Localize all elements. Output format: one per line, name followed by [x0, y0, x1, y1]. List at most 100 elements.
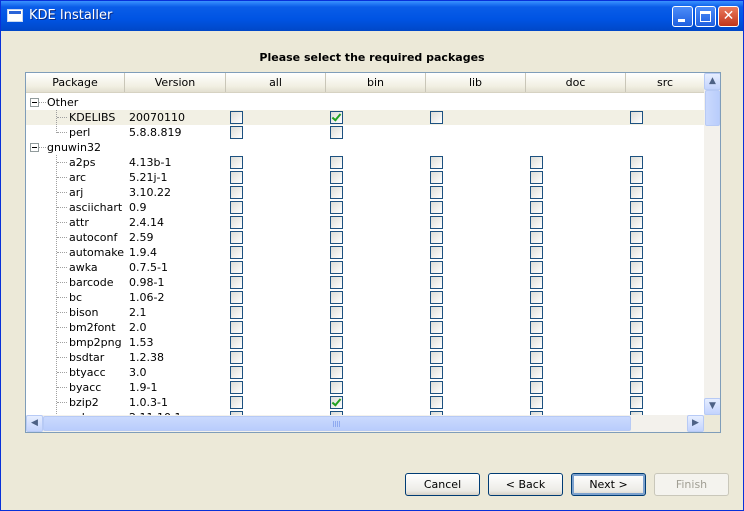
- scroll-right-button[interactable]: ▶: [687, 415, 704, 432]
- package-row[interactable]: asciichart 0.9: [26, 200, 704, 215]
- checkbox-all[interactable]: [230, 231, 243, 244]
- package-row[interactable]: arj 3.10.22: [26, 185, 704, 200]
- checkbox-doc[interactable]: [530, 156, 543, 169]
- column-bin[interactable]: bin: [326, 73, 426, 92]
- package-row[interactable]: bzip2 1.0.3-1: [26, 395, 704, 410]
- checkbox-doc[interactable]: [530, 336, 543, 349]
- checkbox-src[interactable]: [630, 201, 643, 214]
- checkbox-all[interactable]: [230, 291, 243, 304]
- checkbox-lib[interactable]: [430, 111, 443, 124]
- checkbox-doc[interactable]: [530, 351, 543, 364]
- package-row[interactable]: bison 2.1: [26, 305, 704, 320]
- column-doc[interactable]: doc: [526, 73, 626, 92]
- checkbox-bin[interactable]: [330, 231, 343, 244]
- checkbox-lib[interactable]: [430, 201, 443, 214]
- column-version[interactable]: Version: [125, 73, 226, 92]
- checkbox-lib[interactable]: [430, 261, 443, 274]
- checkbox-doc[interactable]: [530, 291, 543, 304]
- vertical-scroll-thumb[interactable]: [705, 90, 720, 126]
- checkbox-src[interactable]: [630, 186, 643, 199]
- checkbox-bin[interactable]: [330, 351, 343, 364]
- package-row[interactable]: awka 0.7.5-1: [26, 260, 704, 275]
- checkbox-bin[interactable]: [330, 396, 343, 409]
- checkbox-src[interactable]: [630, 216, 643, 229]
- checkbox-all[interactable]: [230, 366, 243, 379]
- checkbox-lib[interactable]: [430, 381, 443, 394]
- column-all[interactable]: all: [226, 73, 326, 92]
- checkbox-all[interactable]: [230, 201, 243, 214]
- checkbox-src[interactable]: [630, 396, 643, 409]
- checkbox-lib[interactable]: [430, 246, 443, 259]
- checkbox-doc[interactable]: [530, 396, 543, 409]
- checkbox-doc[interactable]: [530, 201, 543, 214]
- checkbox-all[interactable]: [230, 111, 243, 124]
- next-button[interactable]: Next >: [571, 473, 646, 496]
- scroll-left-button[interactable]: ◀: [26, 415, 43, 432]
- package-row[interactable]: attr 2.4.14: [26, 215, 704, 230]
- checkbox-doc[interactable]: [530, 246, 543, 259]
- checkbox-doc[interactable]: [530, 321, 543, 334]
- checkbox-src[interactable]: [630, 351, 643, 364]
- checkbox-doc[interactable]: [530, 231, 543, 244]
- package-row[interactable]: byacc 1.9-1: [26, 380, 704, 395]
- checkbox-all[interactable]: [230, 171, 243, 184]
- checkbox-src[interactable]: [630, 276, 643, 289]
- package-row[interactable]: bsdtar 1.2.38: [26, 350, 704, 365]
- package-row[interactable]: arc 5.21j-1: [26, 170, 704, 185]
- checkbox-src[interactable]: [630, 171, 643, 184]
- checkbox-lib[interactable]: [430, 366, 443, 379]
- package-row[interactable]: perl 5.8.8.819: [26, 125, 704, 140]
- checkbox-doc[interactable]: [530, 276, 543, 289]
- checkbox-bin[interactable]: [330, 291, 343, 304]
- checkbox-bin[interactable]: [330, 126, 343, 139]
- checkbox-lib[interactable]: [430, 336, 443, 349]
- checkbox-bin[interactable]: [330, 276, 343, 289]
- checkbox-bin[interactable]: [330, 156, 343, 169]
- checkbox-all[interactable]: [230, 126, 243, 139]
- close-button[interactable]: ✕: [718, 6, 739, 27]
- checkbox-bin[interactable]: [330, 171, 343, 184]
- tree-group-row[interactable]: gnuwin32: [26, 140, 704, 155]
- checkbox-lib[interactable]: [430, 186, 443, 199]
- checkbox-all[interactable]: [230, 381, 243, 394]
- checkbox-lib[interactable]: [430, 171, 443, 184]
- checkbox-lib[interactable]: [430, 351, 443, 364]
- checkbox-all[interactable]: [230, 306, 243, 319]
- checkbox-doc[interactable]: [530, 216, 543, 229]
- checkbox-doc[interactable]: [530, 366, 543, 379]
- package-row[interactable]: btyacc 3.0: [26, 365, 704, 380]
- checkbox-src[interactable]: [630, 321, 643, 334]
- checkbox-lib[interactable]: [430, 306, 443, 319]
- checkbox-src[interactable]: [630, 291, 643, 304]
- checkbox-src[interactable]: [630, 306, 643, 319]
- cancel-button[interactable]: Cancel: [405, 473, 480, 496]
- checkbox-doc[interactable]: [530, 186, 543, 199]
- checkbox-all[interactable]: [230, 336, 243, 349]
- checkbox-bin[interactable]: [330, 321, 343, 334]
- checkbox-doc[interactable]: [530, 306, 543, 319]
- checkbox-bin[interactable]: [330, 261, 343, 274]
- minimize-button[interactable]: [672, 6, 693, 27]
- checkbox-bin[interactable]: [330, 246, 343, 259]
- checkbox-bin[interactable]: [330, 186, 343, 199]
- package-row[interactable]: a2ps 4.13b-1: [26, 155, 704, 170]
- checkbox-all[interactable]: [230, 321, 243, 334]
- checkbox-all[interactable]: [230, 216, 243, 229]
- checkbox-bin[interactable]: [330, 366, 343, 379]
- checkbox-all[interactable]: [230, 276, 243, 289]
- checkbox-bin[interactable]: [330, 306, 343, 319]
- package-row[interactable]: autoconf 2.59: [26, 230, 704, 245]
- column-lib[interactable]: lib: [426, 73, 526, 92]
- checkbox-lib[interactable]: [430, 396, 443, 409]
- checkbox-doc[interactable]: [530, 171, 543, 184]
- package-tree[interactable]: Package Version all bin lib doc src Othe…: [25, 72, 721, 433]
- column-src[interactable]: src: [626, 73, 704, 92]
- checkbox-lib[interactable]: [430, 216, 443, 229]
- checkbox-src[interactable]: [630, 111, 643, 124]
- package-row[interactable]: bm2font 2.0: [26, 320, 704, 335]
- checkbox-lib[interactable]: [430, 276, 443, 289]
- tree-group-row[interactable]: Other: [26, 95, 704, 110]
- checkbox-src[interactable]: [630, 246, 643, 259]
- checkbox-lib[interactable]: [430, 156, 443, 169]
- back-button[interactable]: < Back: [488, 473, 563, 496]
